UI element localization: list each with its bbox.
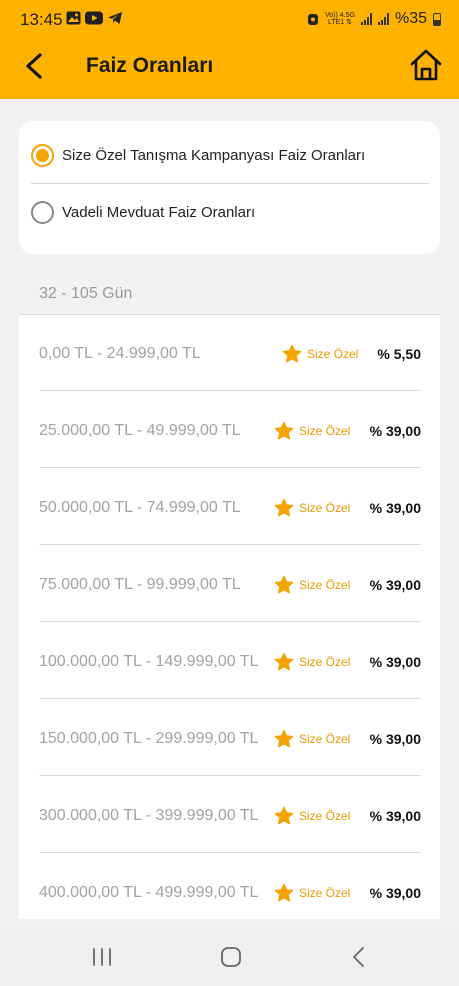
- rate-row: 400.000,00 TL - 499.999,00 TL Size Özel …: [39, 854, 421, 919]
- amount-range: 0,00 TL - 24.999,00 TL: [39, 345, 201, 362]
- badge-label: Size Özel: [299, 732, 351, 746]
- special-badge: Size Özel: [274, 806, 350, 826]
- amount-range: 400.000,00 TL - 499.999,00 TL: [39, 884, 259, 901]
- status-right: Vo)) 4.5G LTE1 ⇅ %35: [307, 10, 441, 28]
- amount-range: 50.000,00 TL - 74.999,00 TL: [39, 499, 241, 516]
- interest-rate: % 5,50: [377, 346, 421, 362]
- recent-apps-icon[interactable]: [91, 945, 113, 969]
- youtube-icon: [85, 11, 103, 25]
- interest-rate: % 39,00: [369, 808, 421, 824]
- star-icon: [274, 575, 294, 594]
- battery-icon: [433, 12, 441, 26]
- interest-rate: % 39,00: [369, 500, 421, 516]
- option-term-deposit-rates[interactable]: Vadeli Mevduat Faiz Oranları: [31, 201, 255, 224]
- amount-range: 75.000,00 TL - 99.999,00 TL: [39, 576, 241, 593]
- page-title: Faiz Oranları: [86, 54, 214, 77]
- rate-type-selector: Size Özel Tanışma Kampanyası Faiz Oranla…: [19, 121, 440, 254]
- star-icon: [274, 421, 294, 440]
- option-campaign-rates[interactable]: Size Özel Tanışma Kampanyası Faiz Oranla…: [31, 144, 365, 167]
- rate-row: 50.000,00 TL - 74.999,00 TL Size Özel % …: [39, 469, 421, 545]
- special-badge: Size Özel: [274, 729, 350, 749]
- special-badge: Size Özel: [274, 883, 350, 903]
- option-label: Vadeli Mevduat Faiz Oranları: [62, 204, 256, 221]
- rate-row: 150.000,00 TL - 299.999,00 TL Size Özel …: [39, 700, 421, 776]
- telegram-icon: [108, 12, 122, 24]
- special-badge: Size Özel: [274, 498, 350, 518]
- amount-range: 100.000,00 TL - 149.999,00 TL: [39, 653, 259, 670]
- star-icon: [282, 344, 302, 363]
- rate-row: 0,00 TL - 24.999,00 TL Size Özel % 5,50: [39, 315, 421, 391]
- rate-row: 25.000,00 TL - 49.999,00 TL Size Özel % …: [39, 392, 421, 468]
- interest-rate: % 39,00: [369, 423, 421, 439]
- badge-label: Size Özel: [299, 578, 351, 592]
- special-badge: Size Özel: [274, 421, 350, 441]
- status-bar: 13:45 Vo)) 4.5G LTE1 ⇅ %35: [0, 0, 459, 38]
- star-icon: [274, 729, 294, 748]
- amount-range: 150.000,00 TL - 299.999,00 TL: [39, 730, 259, 747]
- app-header: 13:45 Vo)) 4.5G LTE1 ⇅ %35 Faiz Oranları: [0, 0, 459, 99]
- badge-label: Size Özel: [299, 809, 351, 823]
- radio-unselected[interactable]: [31, 201, 54, 224]
- signal-icon: [360, 13, 372, 25]
- amount-range: 25.000,00 TL - 49.999,00 TL: [39, 422, 241, 439]
- gallery-icon: [66, 11, 81, 25]
- special-badge: Size Özel: [274, 575, 350, 595]
- signal-icon-2: [377, 13, 389, 25]
- option-label: Size Özel Tanışma Kampanyası Faiz Oranla…: [62, 147, 366, 164]
- badge-label: Size Özel: [299, 655, 351, 669]
- rate-row: 75.000,00 TL - 99.999,00 TL Size Özel % …: [39, 546, 421, 622]
- network-bottom: LTE1 ⇅: [327, 19, 352, 26]
- badge-label: Size Özel: [299, 501, 351, 515]
- network-info: Vo)) 4.5G LTE1 ⇅: [325, 12, 355, 26]
- star-icon: [274, 883, 294, 902]
- home-icon[interactable]: [409, 48, 443, 82]
- special-badge: Size Özel: [274, 652, 350, 672]
- badge-label: Size Özel: [299, 424, 351, 438]
- star-icon: [274, 806, 294, 825]
- battery-percent: %35: [394, 10, 427, 27]
- alarm-icon: [308, 14, 318, 25]
- network-top: Vo)) 4.5G: [325, 12, 355, 19]
- rate-row: 300.000,00 TL - 399.999,00 TL Size Özel …: [39, 777, 421, 853]
- star-icon: [274, 652, 294, 671]
- divider: [31, 183, 429, 184]
- interest-rate: % 39,00: [369, 654, 421, 670]
- interest-rate: % 39,00: [369, 731, 421, 747]
- status-time: 13:45: [20, 10, 63, 29]
- rates-list: 0,00 TL - 24.999,00 TL Size Özel % 5,50 …: [19, 314, 440, 919]
- star-icon: [274, 498, 294, 517]
- notification-icons: [66, 11, 123, 25]
- interest-rate: % 39,00: [369, 577, 421, 593]
- system-nav-bar: [0, 929, 459, 986]
- special-badge: Size Özel: [282, 344, 358, 364]
- interest-rate: % 39,00: [369, 885, 421, 901]
- amount-range: 300.000,00 TL - 399.999,00 TL: [39, 807, 259, 824]
- badge-label: Size Özel: [307, 347, 359, 361]
- back-chevron-left-icon[interactable]: [20, 50, 50, 82]
- home-button-icon[interactable]: [219, 945, 243, 969]
- back-nav-icon[interactable]: [350, 945, 368, 969]
- rate-row: 100.000,00 TL - 149.999,00 TL Size Özel …: [39, 623, 421, 699]
- radio-selected[interactable]: [31, 144, 54, 167]
- badge-label: Size Özel: [299, 886, 351, 900]
- term-range-label: 32 - 105 Gün: [39, 285, 133, 302]
